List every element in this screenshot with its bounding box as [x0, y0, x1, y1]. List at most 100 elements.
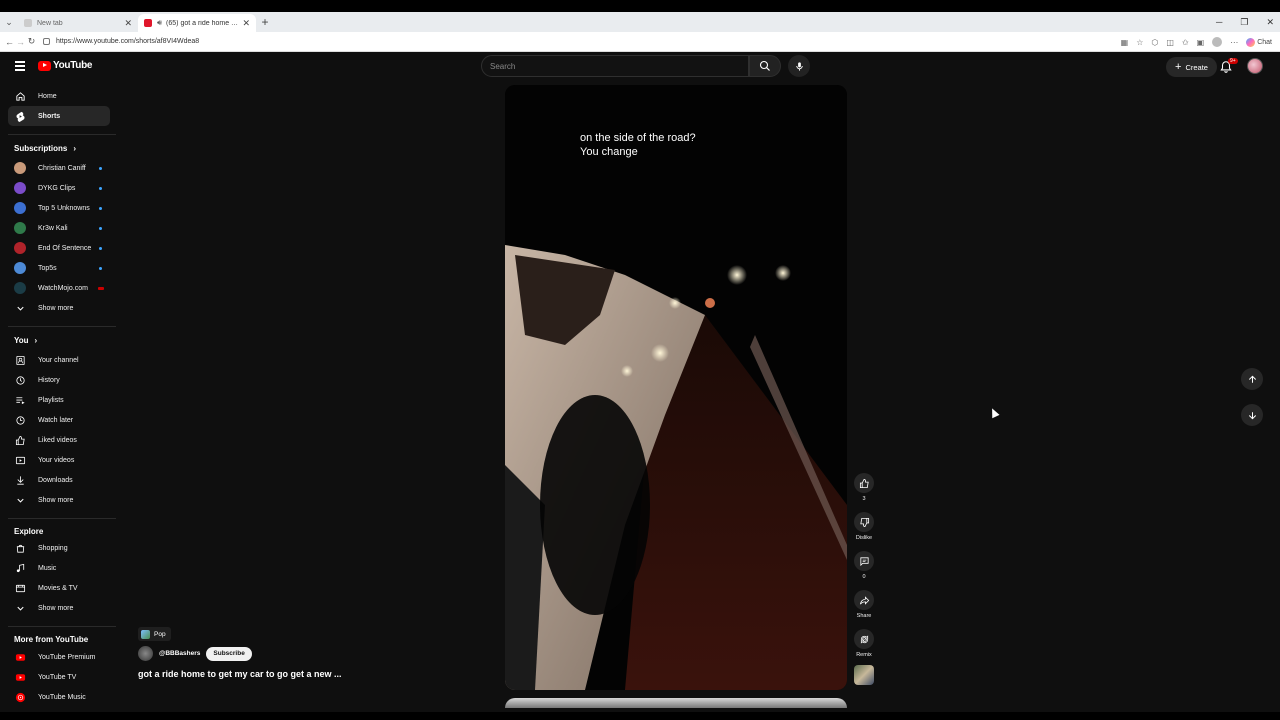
sidebar-item-home[interactable]: Home: [8, 86, 110, 106]
remix-button[interactable]: [854, 629, 874, 649]
more-menu-icon[interactable]: ⋯: [1230, 38, 1238, 47]
dislike-button[interactable]: [854, 512, 874, 532]
collections-icon[interactable]: ▣: [1197, 38, 1205, 47]
tab-close-icon[interactable]: ✕: [242, 18, 250, 29]
browser-toolbar: ▦ ☆ ⬡ ◫ ✩ ▣ ⋯ Chat: [1121, 32, 1272, 52]
sidebar-item-music[interactable]: Music: [8, 558, 110, 578]
copilot-button[interactable]: Chat: [1246, 37, 1272, 47]
remix-action[interactable]: Remix: [853, 629, 875, 658]
search-button[interactable]: [749, 55, 781, 77]
previous-short-button[interactable]: [1241, 368, 1263, 390]
sidebar-item-yt-tv[interactable]: YouTube TV: [8, 667, 110, 687]
music-tag[interactable]: Pop: [138, 627, 171, 641]
arrow-down-icon: [1248, 411, 1256, 419]
chevron-right-icon: ›: [34, 336, 38, 345]
split-screen-icon[interactable]: ◫: [1166, 38, 1174, 47]
search-input[interactable]: [490, 61, 748, 71]
sidebar-item-your-videos[interactable]: Your videos: [8, 450, 110, 470]
sidebar-item-yt-premium[interactable]: YouTube Premium: [8, 647, 110, 667]
dislike-label: Dislike: [855, 535, 873, 541]
sidebar-item-label: Your videos: [38, 456, 75, 464]
subscription-item[interactable]: WatchMojo.com: [8, 278, 110, 298]
you-show-more[interactable]: Show more: [8, 490, 110, 510]
dislike-action[interactable]: Dislike: [853, 512, 875, 541]
speaker-icon[interactable]: 🔊︎: [157, 18, 162, 28]
sidebar-item-label: History: [38, 376, 60, 384]
you-heading[interactable]: You ›: [14, 336, 37, 345]
explore-show-more[interactable]: Show more: [8, 598, 110, 618]
refresh-icon[interactable]: ↻: [26, 36, 37, 47]
site-info-icon[interactable]: [43, 38, 50, 45]
restore-icon[interactable]: ❐: [1240, 17, 1248, 28]
subscription-item[interactable]: Top5s: [8, 258, 110, 278]
explore-heading-label: Explore: [14, 527, 44, 536]
sidebar-item-shopping[interactable]: Shopping: [8, 538, 110, 558]
youtube-logo[interactable]: YouTube: [38, 60, 93, 71]
browser-profile-icon[interactable]: [1212, 37, 1223, 47]
window-controls: ─ ❐ ✕: [1216, 12, 1274, 32]
back-icon[interactable]: ←: [4, 37, 15, 47]
sound-thumbnail[interactable]: [854, 665, 874, 685]
tab-list-chevron-icon[interactable]: ⌄: [0, 12, 18, 32]
sidebar-item-download[interactable]: Downloads: [8, 470, 110, 490]
subscriptions-heading[interactable]: Subscriptions ›: [14, 144, 76, 153]
new-content-dot: [99, 186, 102, 190]
sidebar-item-label: Downloads: [38, 476, 73, 484]
subscription-item[interactable]: Top 5 Unknowns: [8, 198, 110, 218]
favorites-icon[interactable]: ✩: [1182, 38, 1189, 47]
voice-search-button[interactable]: [788, 55, 810, 77]
sidebar-divider: [8, 518, 116, 519]
share-action[interactable]: Share: [853, 590, 875, 619]
subscription-item[interactable]: DYKG Clips: [8, 178, 110, 198]
channel-name[interactable]: @BBBashers: [159, 650, 200, 657]
minimize-icon[interactable]: ─: [1216, 17, 1222, 27]
channel-avatar: [14, 222, 26, 234]
show-more-label: Show more: [38, 496, 74, 504]
subscribe-button[interactable]: Subscribe: [206, 646, 252, 661]
screen-bottom-border: [0, 712, 1280, 720]
short-title[interactable]: got a ride home to get my car to go get …: [138, 669, 342, 679]
share-button[interactable]: [854, 590, 874, 610]
sidebar-item-channel[interactable]: Your channel: [8, 350, 110, 370]
account-avatar[interactable]: [1247, 58, 1263, 74]
sidebar-item-shorts[interactable]: Shorts: [8, 106, 110, 126]
sidebar-item-history[interactable]: History: [8, 370, 110, 390]
close-window-icon[interactable]: ✕: [1266, 17, 1274, 28]
sidebar-item-liked[interactable]: Liked videos: [8, 430, 110, 450]
subscription-item[interactable]: Christian Caniff: [8, 158, 110, 178]
sidebar-item-movies[interactable]: Movies & TV: [8, 578, 110, 598]
sidebar-item-playlists[interactable]: Playlists: [8, 390, 110, 410]
sidebar-item-watch-later[interactable]: Watch later: [8, 410, 110, 430]
comments-button[interactable]: [854, 551, 874, 571]
next-short-button[interactable]: [1241, 404, 1263, 426]
like-button[interactable]: [854, 473, 874, 493]
menu-icon[interactable]: [15, 61, 25, 73]
video-caption: on the side of the road? You change: [580, 132, 696, 158]
sidebar-item-yt-music[interactable]: YouTube Music: [8, 687, 110, 707]
arrow-up-icon: [1248, 375, 1256, 383]
next-short-preview[interactable]: [505, 698, 847, 708]
browser-tab-new[interactable]: New tab ✕: [18, 14, 138, 32]
new-tab-favicon-icon: [24, 19, 32, 27]
new-content-dot: [99, 266, 102, 270]
extension-icon[interactable]: ⬡: [1151, 38, 1158, 47]
movies-icon: [14, 582, 26, 594]
favorite-star-icon[interactable]: ☆: [1136, 38, 1143, 47]
like-action[interactable]: 3: [853, 473, 875, 502]
new-content-dot: [99, 206, 102, 210]
subscription-item[interactable]: End Of Sentence: [8, 238, 110, 258]
browser-address-bar: ← → ↻ https://www.youtube.com/shorts/af8…: [0, 32, 1280, 52]
playlists-icon: [14, 394, 26, 406]
create-button[interactable]: + Create: [1166, 57, 1217, 77]
tab-close-icon[interactable]: ✕: [124, 18, 132, 29]
shorts-video-player[interactable]: on the side of the road? You change: [505, 85, 847, 690]
comments-action[interactable]: 0: [853, 551, 875, 580]
subscription-item[interactable]: Kr3w Kali: [8, 218, 110, 238]
channel-avatar[interactable]: [138, 646, 153, 661]
url-field[interactable]: https://www.youtube.com/shorts/af8VI4Wde…: [56, 38, 199, 45]
forward-icon[interactable]: →: [15, 37, 26, 47]
new-tab-button[interactable]: +: [256, 15, 274, 29]
browser-tab-youtube[interactable]: 🔊︎ (65) got a ride home to get m ✕: [138, 14, 256, 32]
apps-icon[interactable]: ▦: [1121, 38, 1129, 47]
subscriptions-show-more[interactable]: Show more: [8, 298, 110, 318]
